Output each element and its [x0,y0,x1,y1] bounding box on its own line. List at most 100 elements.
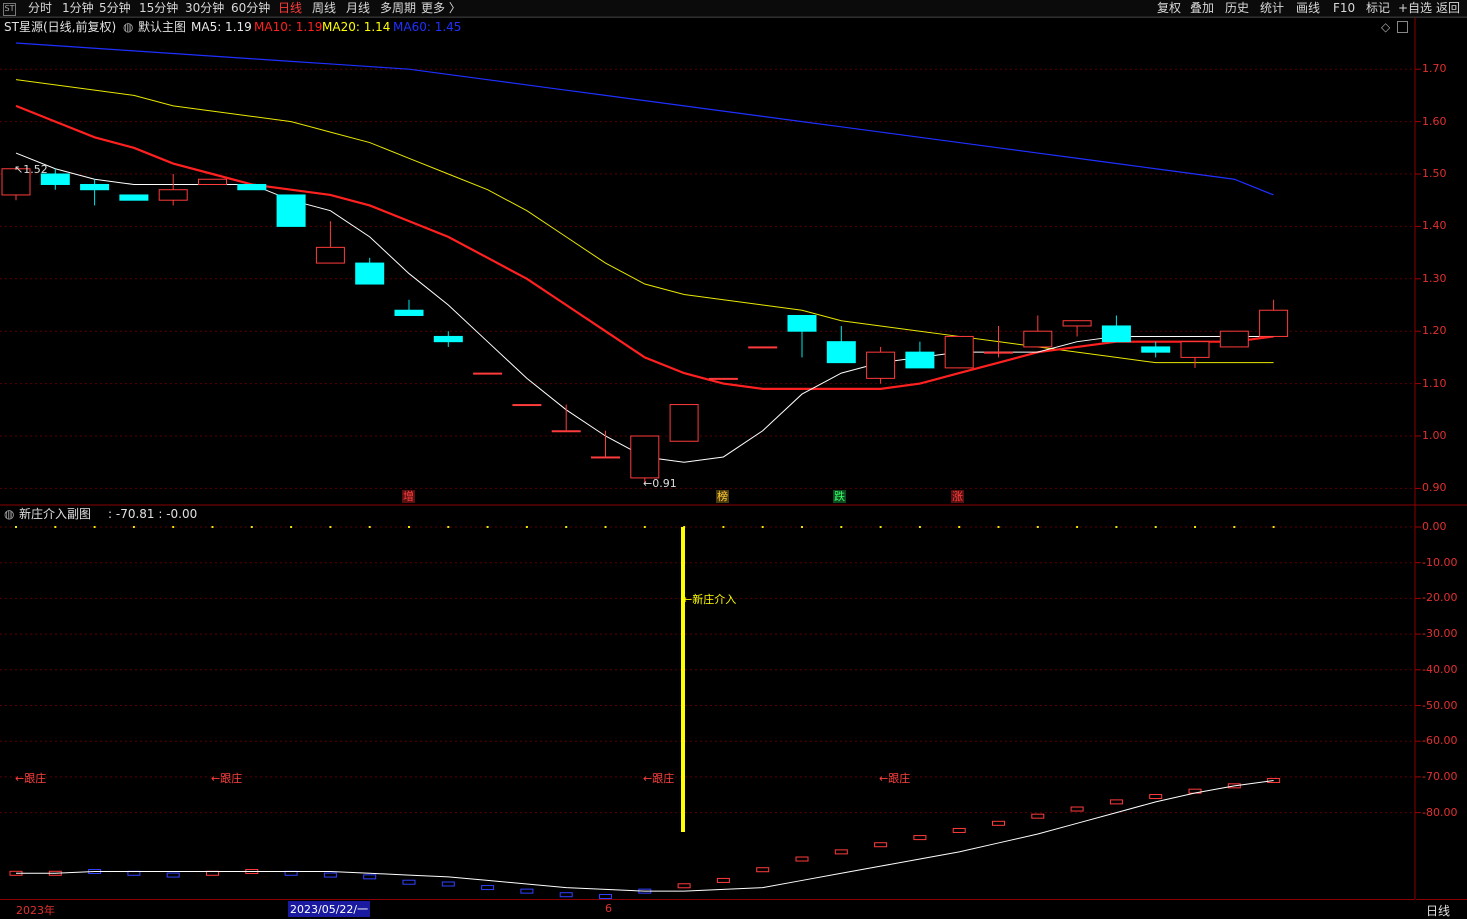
candle-body-up [473,372,503,375]
sub-bar [599,893,612,899]
candle-body-up [669,404,699,442]
candle-body-down [905,351,935,369]
price-tick-label: 1.60 [1422,114,1447,128]
zero-dot [132,526,135,528]
sub-tick-label: -10.00 [1422,555,1458,569]
crosshair-date: 2023/05/22/一 [288,901,371,917]
zero-dot [1076,526,1079,528]
zero-dot [93,526,96,528]
candle-body-down [80,183,110,191]
candle-body-down [787,314,817,332]
sub-bar [992,820,1005,826]
candle-body-up [551,430,581,433]
candle-body-up [158,189,188,201]
candle-body-up [512,404,542,407]
zero-dot [1233,526,1236,528]
sub-tick-label: -60.00 [1422,734,1458,748]
candle-body-down [394,309,424,316]
new-dealer-marker [681,527,685,832]
candle-body-up [944,335,974,369]
period-tab-bottom[interactable]: 日线 [1416,899,1467,918]
candle-body-up [1180,341,1210,358]
sub-bar [441,881,455,887]
sub-bar [1149,794,1163,800]
sub-bar [716,877,730,883]
zero-dot [958,526,961,528]
price-tick-label: 1.30 [1422,271,1447,285]
new-dealer-marker-label: ←新庄介入 [683,593,737,606]
candle-body-up [591,456,620,459]
sub-bar [559,892,573,898]
zero-dot [250,526,253,528]
zero-dot [604,526,607,528]
price-tick-label: 1.00 [1422,429,1447,442]
zero-dot [54,526,57,528]
sub-bar [1070,806,1084,812]
price-tick-label: 0.90 [1422,481,1447,495]
sub-bar [834,849,848,855]
ma5-line [15,152,1274,463]
sub-bar [1109,799,1123,805]
candle-body-up [708,377,738,380]
candle-body-down [826,341,856,364]
candle-body-up [1219,330,1249,348]
zero-dot [329,526,332,528]
zero-dot [1154,526,1157,528]
zero-dot [565,526,568,528]
zero-dot [1036,526,1039,528]
price-tick-label: 1.70 [1422,62,1447,76]
signal-marker[interactable]: 增 [402,490,415,503]
zero-dot [15,526,17,528]
zero-dot [801,526,803,528]
sub-bar [402,879,416,885]
sub-bar [166,872,180,878]
candle-body-up [315,246,345,264]
zero-dot [879,526,882,528]
high-price-label: ↖1.52 [14,163,48,176]
sub-bar [520,888,534,894]
candle-body-up [748,346,778,349]
sub-bar [756,867,770,873]
follow-label: ←跟庄 [879,772,911,785]
sub-tick-label: -40.00 [1422,662,1458,676]
zero-dot [1115,526,1118,528]
sub-tick-label: -30.00 [1422,627,1458,641]
signal-marker[interactable]: 跌 [833,490,846,503]
sub-bar [795,856,809,862]
zero-dot [643,526,646,528]
sub-bar [363,874,377,880]
candle-body-up [1062,320,1092,327]
zero-dot [722,526,725,528]
signal-marker[interactable]: 榜 [716,490,729,503]
candle-body-down [1141,346,1171,353]
sub-tick-label: 0.00 [1422,520,1447,533]
sub-bar [874,842,888,848]
signal-marker[interactable]: 涨 [951,490,964,503]
candle-body-up [1023,330,1053,348]
follow-label: ←跟庄 [643,772,675,785]
follow-label: ←跟庄 [211,772,243,785]
sub-bar [952,827,966,833]
candle-body-up [866,351,896,379]
sub-bar [1031,813,1045,819]
price-tick-label: 1.20 [1422,324,1447,338]
zero-dot [761,526,764,528]
zero-dot [997,526,1000,528]
candle-body-down [119,194,149,201]
price-tick-label: 1.40 [1422,219,1447,233]
zero-dot [1194,526,1196,528]
candle-body-up [984,351,1013,354]
candle-body-up [1259,309,1289,337]
zero-dot [290,526,293,528]
sub-tick-label: -80.00 [1422,805,1458,819]
price-tick-label: 1.10 [1422,376,1447,390]
candle-body-down [237,183,267,191]
sub-bar [913,835,927,841]
year-label: 2023年 [16,904,55,917]
ma20-line [15,79,1274,364]
sub-bar [677,883,691,889]
zero-dot [918,526,921,528]
candle-body-up [630,435,660,479]
follow-label: ←跟庄 [15,772,47,785]
zero-dot [211,526,214,528]
